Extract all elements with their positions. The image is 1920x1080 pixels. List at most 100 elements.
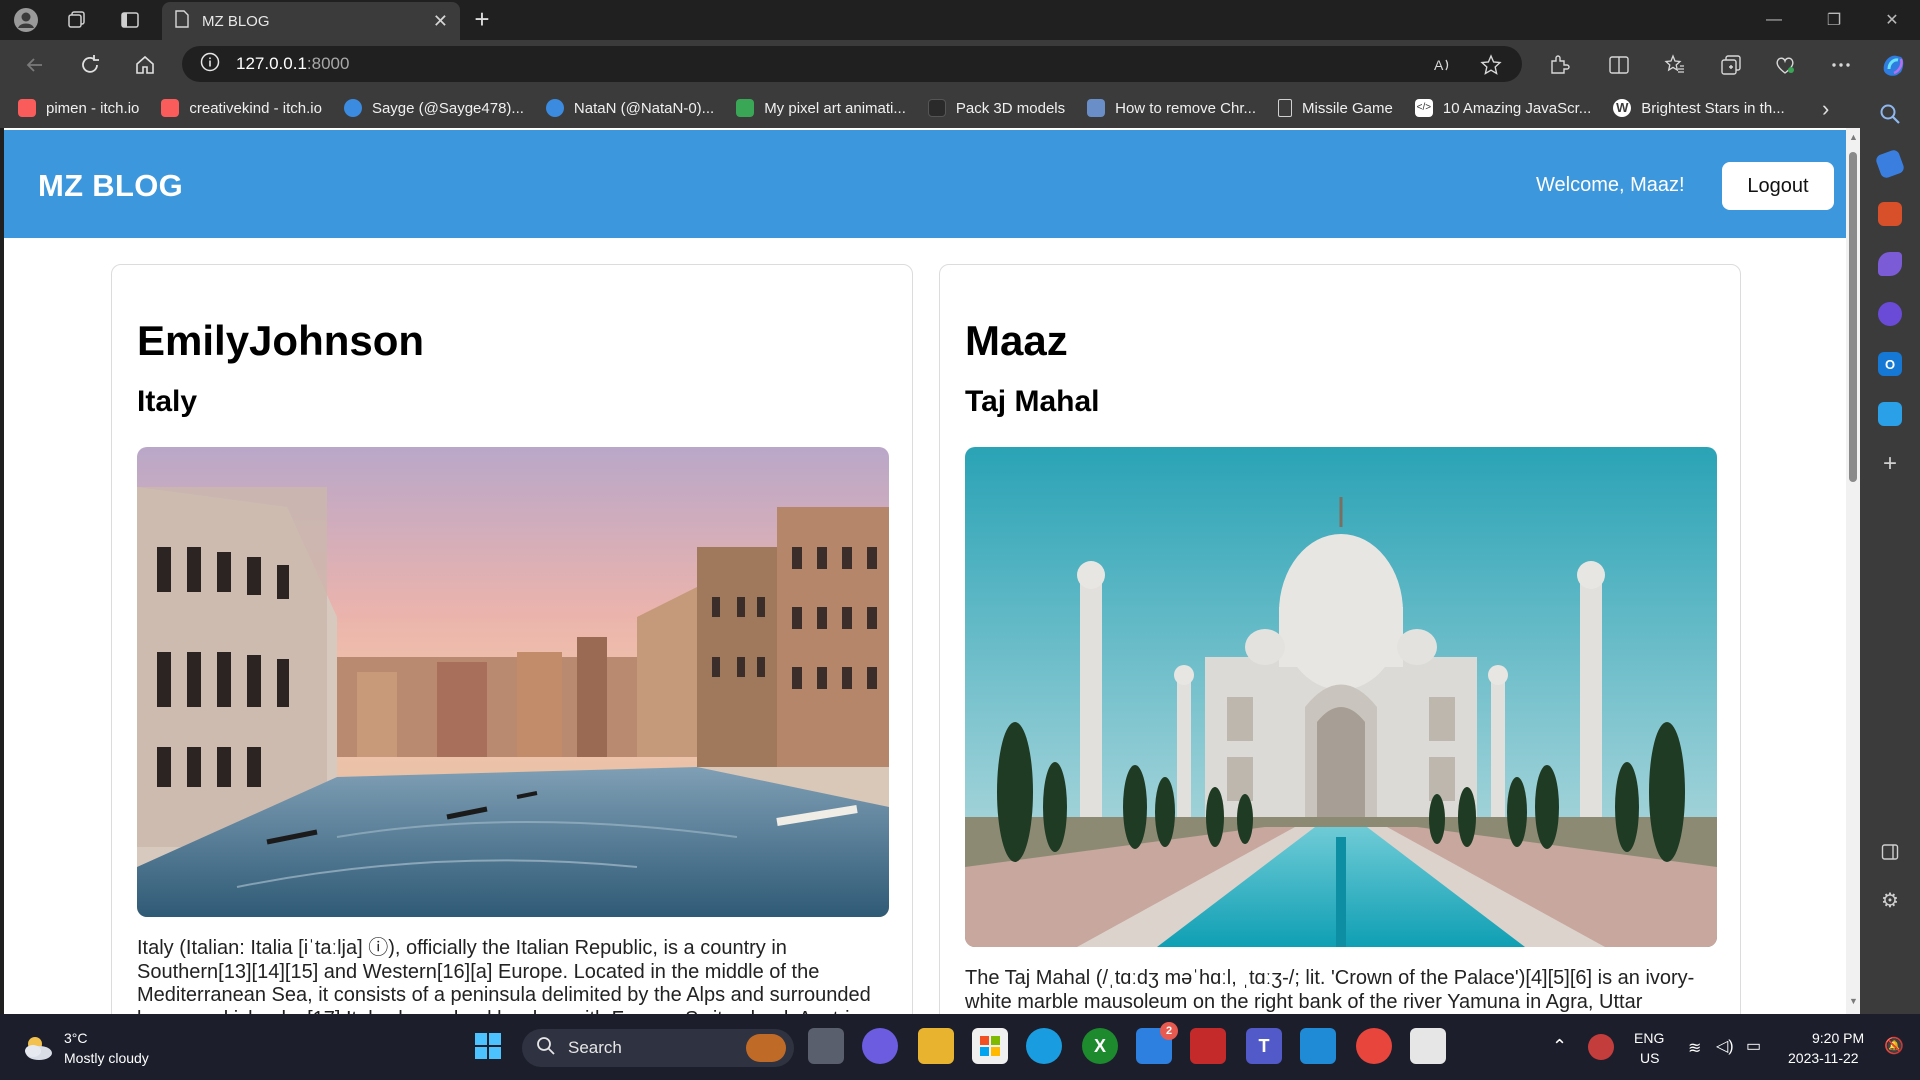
post-image-taj-mahal	[965, 447, 1717, 947]
task-view-icon[interactable]	[808, 1028, 844, 1064]
collections-icon[interactable]	[1716, 50, 1746, 80]
refresh-icon[interactable]	[75, 50, 105, 80]
bookmark-label: creativekind - itch.io	[189, 99, 322, 117]
onedrive-error-icon[interactable]	[1588, 1034, 1614, 1060]
restore-icon[interactable]: ❐	[1804, 0, 1864, 40]
logout-button[interactable]: Logout	[1722, 162, 1834, 210]
scroll-thumb[interactable]	[1849, 152, 1857, 482]
outlook-icon[interactable]: O	[1878, 352, 1902, 376]
game-app-icon[interactable]	[1190, 1028, 1226, 1064]
games-chess-icon[interactable]	[1878, 252, 1902, 276]
windows-start-icon[interactable]	[470, 1028, 506, 1064]
scroll-up-arrow-icon[interactable]: ▲	[1849, 132, 1858, 142]
new-tab-button[interactable]: +	[468, 6, 496, 34]
chrome-icon[interactable]	[1356, 1028, 1392, 1064]
site-info-icon[interactable]	[200, 52, 220, 77]
blog-post-card: Maaz Taj Mahal The Taj Mahal (/ˌtɑːdʒ mə…	[939, 264, 1741, 1014]
address-bar[interactable]: 127.0.0.1:8000 A	[182, 46, 1522, 82]
bookmark-label: My pixel art animati...	[764, 99, 906, 117]
notifications-bell-icon[interactable]: 🔕	[1884, 1036, 1904, 1056]
post-title: Taj Mahal	[965, 385, 1100, 418]
svg-text:A: A	[1434, 57, 1444, 73]
file-explorer-icon[interactable]	[918, 1028, 954, 1064]
language-region[interactable]: US	[1640, 1050, 1659, 1066]
search-icon[interactable]	[1878, 102, 1902, 126]
post-body-text: The Taj Mahal (/ˌtɑːdʒ məˈhɑːl, ˌtɑːʒ-/;…	[965, 967, 1695, 1013]
snipping-tool-icon[interactable]	[1410, 1028, 1446, 1064]
copilot-icon[interactable]	[1878, 50, 1908, 80]
close-tab-icon[interactable]: ✕	[433, 11, 448, 32]
shopping-tag-icon[interactable]	[1874, 148, 1906, 180]
close-window-icon[interactable]: ✕	[1862, 0, 1920, 40]
welcome-message: Welcome, Maaz!	[1536, 174, 1685, 196]
sidebar-toggle-icon[interactable]	[1878, 840, 1902, 864]
windows-taskbar: 3°C Mostly cloudy Search X 2 T ⌃ ENG US …	[0, 1014, 1920, 1080]
teams-icon[interactable]: T	[1246, 1028, 1282, 1064]
weather-temperature: 3°C	[64, 1030, 88, 1046]
bookmark-item[interactable]: Pack 3D models	[927, 99, 1065, 117]
back-icon[interactable]	[20, 50, 50, 80]
page-scrollbar[interactable]: ▲ ▼	[1846, 128, 1860, 1014]
mail-badge: 2	[1160, 1022, 1178, 1040]
post-author: Maaz	[965, 317, 1068, 364]
clock-time[interactable]: 9:20 PM	[1812, 1030, 1864, 1046]
profile-avatar-icon[interactable]	[12, 6, 40, 34]
add-sidebar-app-icon[interactable]: +	[1878, 450, 1902, 477]
bookmark-item[interactable]: creativekind - itch.io	[161, 99, 322, 117]
taskbar-search-box[interactable]: Search	[522, 1029, 794, 1067]
battery-icon[interactable]: ▭	[1746, 1036, 1761, 1056]
bookmark-item[interactable]: pimen - itch.io	[18, 99, 139, 117]
tab-actions-icon[interactable]	[116, 6, 144, 34]
bookmark-item[interactable]: How to remove Chr...	[1087, 99, 1256, 117]
wordpress-icon: W	[1613, 99, 1632, 117]
xbox-icon[interactable]: X	[1082, 1028, 1118, 1064]
bookmark-item[interactable]: Missile Game	[1278, 99, 1393, 117]
workspaces-icon[interactable]	[63, 6, 91, 34]
favorites-icon[interactable]	[1660, 50, 1690, 80]
bookmark-item[interactable]: W Brightest Stars in th...	[1613, 99, 1785, 117]
scroll-down-arrow-icon[interactable]: ▼	[1849, 996, 1858, 1006]
site-title[interactable]: MZ BLOG	[38, 168, 183, 204]
mail-icon[interactable]: 2	[1136, 1022, 1178, 1064]
copilot-sidebar-icon[interactable]	[1878, 302, 1902, 326]
home-icon[interactable]	[130, 50, 160, 80]
language-code[interactable]: ENG	[1634, 1030, 1664, 1046]
post-image-venice	[137, 447, 889, 917]
itch-io-icon	[161, 99, 180, 117]
more-menu-icon[interactable]	[1826, 50, 1856, 80]
browser-essentials-icon[interactable]	[1770, 50, 1800, 80]
settings-gear-icon[interactable]: ⚙	[1878, 888, 1902, 912]
bookmark-item[interactable]: My pixel art animati...	[736, 99, 906, 117]
read-aloud-icon[interactable]: A	[1432, 54, 1454, 76]
bookmark-item[interactable]: </> 10 Amazing JavaScr...	[1414, 99, 1591, 117]
itch-io-icon	[18, 99, 36, 117]
weather-description: Mostly cloudy	[64, 1050, 149, 1066]
site-header: MZ BLOG Welcome, Maaz! Logout	[4, 130, 1846, 238]
page-icon	[174, 10, 190, 32]
wifi-icon[interactable]: ≋	[1688, 1038, 1701, 1058]
minimize-icon[interactable]: —	[1744, 0, 1804, 40]
cube-icon	[927, 99, 946, 117]
volume-icon[interactable]: ◁)	[1716, 1036, 1734, 1056]
bookmark-item[interactable]: Sayge (@Sayge478)...	[343, 99, 524, 117]
sketchfab-icon	[343, 99, 362, 117]
clock-date[interactable]: 2023-11-22	[1788, 1050, 1859, 1066]
weather-cloudy-icon[interactable]	[20, 1030, 56, 1066]
post-body-text: Italy (Italian: Italia [iˈtaːlja] ⓘ), of…	[137, 937, 871, 1014]
bookmark-item[interactable]: NataN (@NataN-0)...	[545, 99, 714, 117]
tab-title: MZ BLOG	[202, 12, 270, 30]
tab-mz-blog[interactable]: MZ BLOG ✕	[162, 2, 460, 40]
search-highlight-icon	[746, 1034, 786, 1062]
favorite-star-icon[interactable]	[1480, 54, 1502, 76]
microsoft-store-icon[interactable]	[972, 1028, 1008, 1064]
show-hidden-icons-chevron-icon[interactable]: ⌃	[1552, 1036, 1567, 1057]
tools-briefcase-icon[interactable]	[1878, 202, 1902, 226]
teams-chat-icon[interactable]	[862, 1028, 898, 1064]
split-screen-icon[interactable]	[1604, 50, 1634, 80]
bookmarks-overflow-chevron-icon[interactable]: ›	[1822, 96, 1829, 122]
edge-browser-icon[interactable]	[1026, 1028, 1062, 1064]
page-icon	[1278, 99, 1293, 117]
extensions-icon[interactable]	[1544, 50, 1574, 80]
vscode-icon[interactable]	[1300, 1028, 1336, 1064]
drop-send-icon[interactable]	[1878, 402, 1902, 426]
